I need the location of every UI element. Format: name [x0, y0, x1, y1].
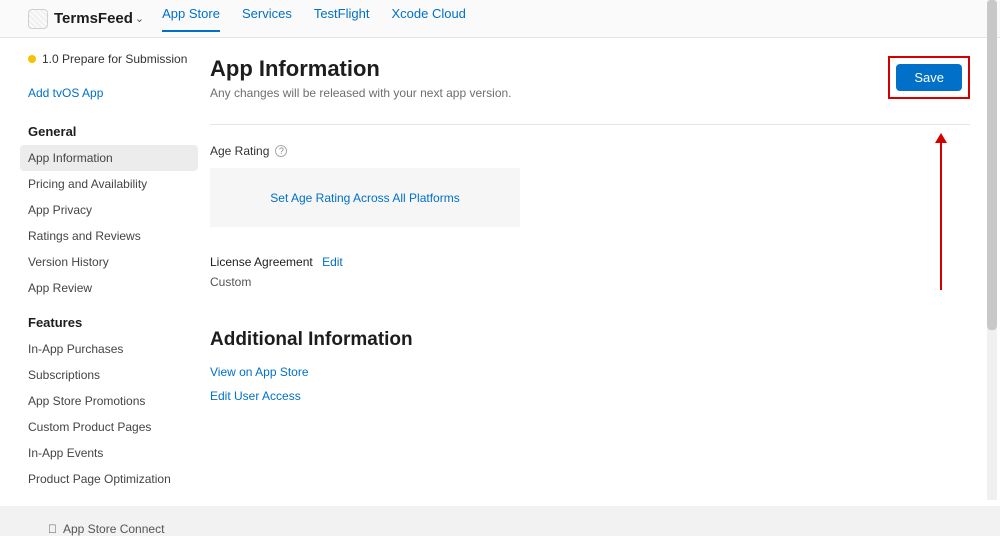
section-general: General [28, 124, 198, 139]
status-dot-icon [28, 55, 36, 63]
status-text: 1.0 Prepare for Submission [42, 52, 187, 66]
license-value: Custom [210, 275, 970, 289]
footer-text[interactable]: App Store Connect [63, 522, 164, 536]
nav-promotions[interactable]: App Store Promotions [20, 388, 198, 414]
nav-pricing[interactable]: Pricing and Availability [20, 171, 198, 197]
tab-xcode-cloud[interactable]: Xcode Cloud [391, 6, 465, 32]
main-tabs: App Store Services TestFlight Xcode Clou… [162, 6, 466, 32]
nav-app-information[interactable]: App Information [20, 145, 198, 171]
tab-app-store[interactable]: App Store [162, 6, 220, 32]
nav-subscriptions[interactable]: Subscriptions [20, 362, 198, 388]
nav-optimization[interactable]: Product Page Optimization [20, 466, 198, 492]
save-button[interactable]: Save [896, 64, 962, 91]
page-title: App Information [210, 56, 512, 82]
nav-app-review[interactable]: App Review [20, 275, 198, 301]
app-icon [28, 9, 48, 29]
sidebar: 1.0 Prepare for Submission Add tvOS App … [0, 38, 210, 506]
divider [210, 124, 970, 125]
nav-iap[interactable]: In-App Purchases [20, 336, 198, 362]
top-bar: TermsFeed ⌄ App Store Services TestFligh… [0, 0, 1000, 38]
age-rating-box: Set Age Rating Across All Platforms [210, 168, 520, 227]
nav-ratings[interactable]: Ratings and Reviews [20, 223, 198, 249]
age-rating-label: Age Rating ? [210, 144, 287, 158]
nav-events[interactable]: In-App Events [20, 440, 198, 466]
scrollbar-thumb[interactable] [987, 0, 997, 330]
nav-version-history[interactable]: Version History [20, 249, 198, 275]
annotation-arrow-line [940, 140, 942, 290]
license-label: License Agreement [210, 255, 313, 269]
edit-user-access-link[interactable]: Edit User Access [210, 389, 970, 403]
section-features: Features [28, 315, 198, 330]
set-age-rating-link[interactable]: Set Age Rating Across All Platforms [270, 191, 459, 205]
main-panel: App Information Any changes will be rele… [210, 38, 1000, 506]
annotation-arrow-icon [935, 133, 947, 143]
nav-privacy[interactable]: App Privacy [20, 197, 198, 223]
license-edit-link[interactable]: Edit [322, 255, 343, 269]
nav-custom-pages[interactable]: Custom Product Pages [20, 414, 198, 440]
tab-services[interactable]: Services [242, 6, 292, 32]
tab-testflight[interactable]: TestFlight [314, 6, 370, 32]
save-highlight: Save [888, 56, 970, 99]
additional-info-title: Additional Information [210, 329, 970, 351]
scrollbar-track[interactable] [987, 0, 997, 500]
add-tvos-link[interactable]: Add tvOS App [28, 86, 198, 100]
version-status[interactable]: 1.0 Prepare for Submission [28, 52, 198, 66]
app-name[interactable]: TermsFeed [54, 10, 133, 27]
apple-icon:  [48, 522, 57, 536]
chevron-down-icon[interactable]: ⌄ [135, 12, 144, 25]
page-subtitle: Any changes will be released with your n… [210, 86, 512, 100]
help-icon[interactable]: ? [275, 145, 287, 157]
footer:  App Store Connect [0, 506, 1000, 536]
view-on-app-store-link[interactable]: View on App Store [210, 365, 970, 379]
license-row: License Agreement Edit [210, 255, 970, 269]
